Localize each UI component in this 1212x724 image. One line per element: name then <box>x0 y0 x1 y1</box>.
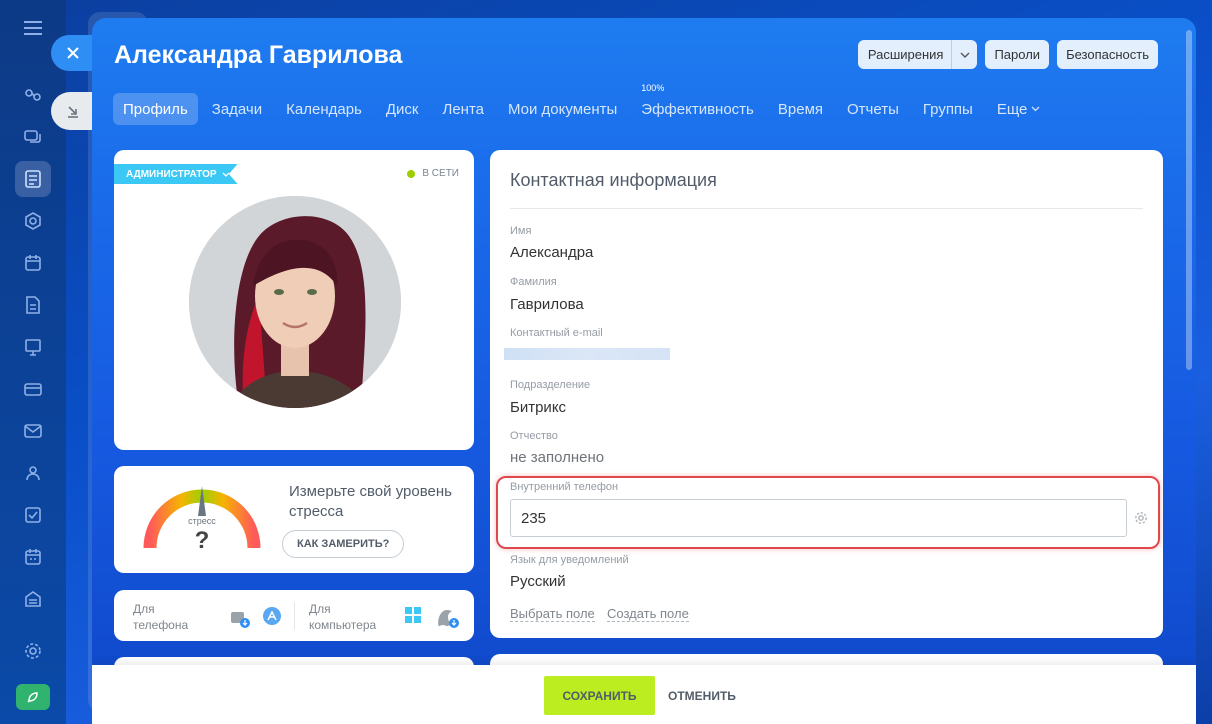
internal-phone-label: Внутренний телефон <box>510 481 619 493</box>
contact-title: Контактная информация <box>510 170 717 190</box>
tab-tasks[interactable]: Задачи <box>200 93 274 125</box>
role-badge-label: АДМИНИСТРАТОР <box>126 168 217 180</box>
tab-disk[interactable]: Диск <box>374 93 431 125</box>
gauge-label: стресс <box>188 516 216 526</box>
email-label: Контактный e-mail <box>510 327 603 339</box>
passwords-button[interactable]: Пароли <box>985 40 1050 69</box>
phone-apps-label: Для телефона <box>133 601 188 633</box>
form-footer: СОХРАНИТЬ ОТМЕНИТЬ <box>92 665 1196 724</box>
first-name-value[interactable]: Александра <box>510 244 593 261</box>
divider <box>510 208 1143 209</box>
chevron-down-icon[interactable] <box>951 40 977 69</box>
extensions-label: Расширения <box>867 47 944 62</box>
profile-photo-card: АДМИНИСТРАТОР В СЕТИ <box>114 150 474 450</box>
hamburger-icon[interactable] <box>15 10 51 46</box>
phone-apps-label-line2: телефона <box>133 618 189 632</box>
desktop-apps-label-line2: компьютера <box>309 618 377 632</box>
extensions-button[interactable]: Расширения <box>857 40 978 69</box>
profile-slider: Александра Гаврилова Расширения Пароли Б… <box>92 18 1196 724</box>
how-to-measure-button[interactable]: КАК ЗАМЕРИТЬ? <box>282 530 405 558</box>
department-label: Подразделение <box>510 379 591 391</box>
cancel-button[interactable]: ОТМЕНИТЬ <box>668 676 736 715</box>
calendar-icon[interactable] <box>15 245 51 281</box>
online-status-label: В СЕТИ <box>422 168 459 179</box>
collab-icon[interactable] <box>15 77 51 113</box>
patronymic-label: Отчество <box>510 430 558 442</box>
divider <box>294 602 295 630</box>
settings-icon[interactable] <box>15 633 51 669</box>
profile-tabs: Профиль Задачи Календарь Диск Лента Мои … <box>113 83 1053 125</box>
card-icon[interactable] <box>15 371 51 407</box>
tab-time[interactable]: Время <box>766 93 835 125</box>
scrollbar[interactable] <box>1186 30 1192 370</box>
minimize-icon <box>68 106 78 118</box>
android-icon[interactable] <box>228 606 250 628</box>
tab-groups[interactable]: Группы <box>911 93 985 125</box>
feed-icon[interactable] <box>15 161 51 197</box>
phone-apps-label-line1: Для <box>133 602 155 616</box>
tab-efficiency[interactable]: 100% Эффективность <box>629 83 766 125</box>
apple-icon[interactable] <box>438 604 460 628</box>
tab-reports[interactable]: Отчеты <box>835 93 911 125</box>
checkbox-icon[interactable] <box>15 497 51 533</box>
gauge-value: ? <box>195 527 210 552</box>
app-store-icon[interactable] <box>262 606 282 626</box>
minimize-slider-button[interactable] <box>51 92 95 130</box>
desktop-apps-label: Для компьютера <box>309 601 376 633</box>
schedule-icon[interactable] <box>15 539 51 575</box>
email-value-redacted[interactable] <box>504 348 670 360</box>
page-title: Александра Гаврилова <box>114 41 403 69</box>
stress-gauge[interactable]: стресс ? <box>142 480 262 552</box>
save-button[interactable]: СОХРАНИТЬ <box>544 676 655 715</box>
presentation-icon[interactable] <box>15 329 51 365</box>
stress-description: Измерьте свой уровень стресса <box>289 483 452 520</box>
desktop-apps-label-line1: Для <box>309 602 331 616</box>
first-name-label: Имя <box>510 225 532 237</box>
stress-card: стресс ? Измерьте свой уровень стресса К… <box>114 466 474 573</box>
mail-icon[interactable] <box>15 413 51 449</box>
contact-info-card: Контактная информация Имя Александра Фам… <box>490 150 1163 638</box>
close-icon <box>67 47 79 59</box>
last-name-value[interactable]: Гаврилова <box>510 296 584 313</box>
tab-efficiency-label: Эффективность <box>641 100 754 118</box>
chevron-down-icon <box>1031 106 1040 112</box>
language-label: Язык для уведомлений <box>510 554 629 566</box>
windows-icon[interactable] <box>404 606 422 624</box>
efficiency-badge: 100% <box>641 83 665 93</box>
apps-card: Для телефона Для компьютера <box>114 590 474 641</box>
create-field-link[interactable]: Создать поле <box>607 606 689 622</box>
header-actions: Расширения Пароли Безопасность <box>857 40 1158 69</box>
tab-more-label: Еще <box>996 100 1028 118</box>
avatar[interactable] <box>189 196 401 408</box>
online-status: В СЕТИ <box>407 168 459 179</box>
close-slider-button[interactable] <box>51 35 95 71</box>
department-value[interactable]: Битрикс <box>510 399 566 416</box>
tab-feed[interactable]: Лента <box>430 93 496 125</box>
tab-my-documents[interactable]: Мои документы <box>496 93 629 125</box>
gear-icon[interactable] <box>1134 511 1148 525</box>
tab-more[interactable]: Еще <box>985 93 1053 125</box>
document-icon[interactable] <box>15 287 51 323</box>
hexagon-icon[interactable] <box>15 203 51 239</box>
last-name-label: Фамилия <box>510 276 557 288</box>
choose-field-link[interactable]: Выбрать поле <box>510 606 595 622</box>
warehouse-icon[interactable] <box>15 581 51 617</box>
users-icon[interactable] <box>15 455 51 491</box>
chat-icon[interactable] <box>15 119 51 155</box>
online-dot-icon <box>407 169 416 178</box>
role-badge[interactable]: АДМИНИСТРАТОР <box>114 164 238 184</box>
chevron-down-icon <box>222 172 230 177</box>
internal-phone-input[interactable] <box>510 499 1127 537</box>
rocket-icon[interactable] <box>16 684 50 710</box>
security-button[interactable]: Безопасность <box>1057 40 1158 69</box>
language-value[interactable]: Русский <box>510 573 566 590</box>
tab-calendar[interactable]: Календарь <box>274 93 374 125</box>
tab-profile[interactable]: Профиль <box>113 93 198 125</box>
patronymic-value[interactable]: не заполнено <box>510 449 604 466</box>
